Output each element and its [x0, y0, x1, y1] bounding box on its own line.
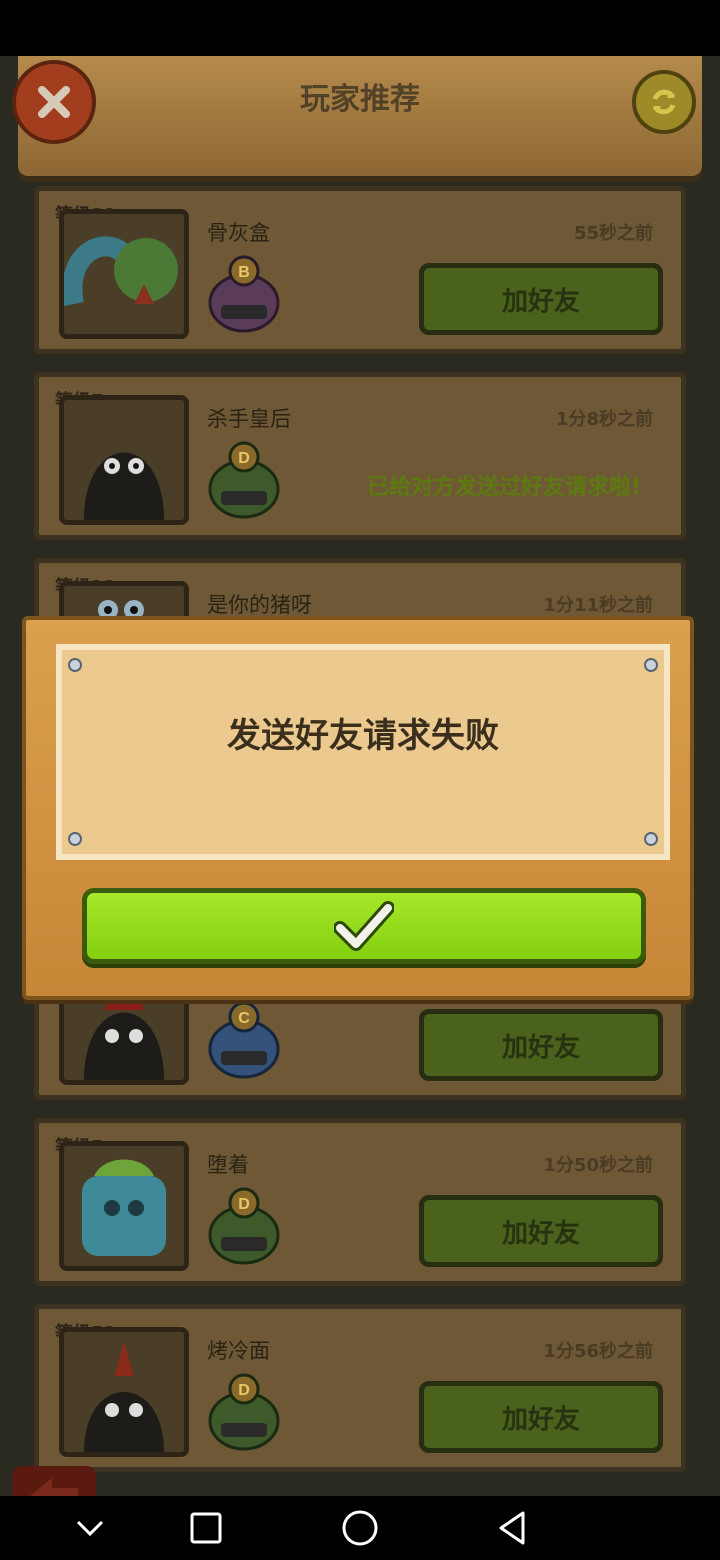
monster-avatar-icon: [64, 400, 184, 520]
svg-text:D: D: [238, 1196, 250, 1213]
player-name: 烤冷面: [207, 1339, 270, 1363]
close-button[interactable]: [12, 60, 96, 144]
monster-avatar-icon: [64, 1332, 184, 1452]
triangle-back-icon: [499, 1511, 525, 1545]
timestamp: 1分8秒之前: [555, 409, 653, 430]
rivet-icon: [644, 658, 658, 672]
nav-collapse-button[interactable]: [58, 1504, 122, 1552]
dialog-message: 发送好友请求失败: [227, 716, 499, 756]
player-card: 等级5 堕着 1分50秒之前 D 加好友: [34, 1118, 686, 1286]
rivet-icon: [68, 832, 82, 846]
add-friend-button[interactable]: 加好友: [419, 263, 663, 335]
system-nav-bar: [0, 1496, 720, 1560]
timestamp: 55秒之前: [573, 223, 653, 244]
rank-badge: D: [207, 439, 281, 519]
rivet-icon: [644, 832, 658, 846]
dialog-paper: 发送好友请求失败: [56, 644, 670, 860]
rank-badge: C: [207, 999, 281, 1079]
rank-d-badge-icon: D: [208, 1373, 280, 1451]
nav-back-button[interactable]: [480, 1504, 544, 1552]
add-friend-button[interactable]: 加好友: [419, 1381, 663, 1453]
close-icon: [38, 86, 70, 118]
timestamp: 1分56秒之前: [543, 1341, 653, 1362]
svg-text:B: B: [238, 264, 250, 281]
add-friend-button[interactable]: 加好友: [419, 1009, 663, 1081]
square-icon: [190, 1512, 222, 1544]
player-name: 杀手皇后: [207, 407, 291, 431]
refresh-button[interactable]: [632, 70, 696, 134]
request-sent-text: 已给对方发送过好友请求啦!: [366, 475, 641, 500]
rank-badge: D: [207, 1371, 281, 1451]
monster-avatar-icon: [64, 1146, 184, 1266]
svg-text:D: D: [238, 450, 250, 467]
rank-d-badge-icon: D: [208, 1187, 280, 1265]
player-name: 堕着: [207, 1153, 249, 1177]
rank-badge: D: [207, 1185, 281, 1265]
alert-dialog: 发送好友请求失败: [22, 616, 694, 1000]
refresh-icon: [652, 89, 676, 115]
player-card: 等级51 烤冷面 1分56秒之前 D 加好友: [34, 1304, 686, 1472]
status-bar: [0, 0, 720, 56]
avatar[interactable]: [59, 209, 189, 339]
chevron-down-icon: [76, 1520, 104, 1537]
nav-recents-button[interactable]: [174, 1504, 238, 1552]
player-card: 等级29 骨灰盒 55秒之前 B 加好友: [34, 186, 686, 354]
svg-text:C: C: [238, 1010, 250, 1027]
back-arrow-icon: [30, 1478, 78, 1496]
player-card: 等级7 杀手皇后 1分8秒之前 D 已给对方发送过好友请求啦!: [34, 372, 686, 540]
timestamp: 1分50秒之前: [543, 1155, 653, 1176]
avatar[interactable]: [59, 1141, 189, 1271]
svg-text:D: D: [238, 1382, 250, 1399]
nav-home-button[interactable]: [328, 1504, 392, 1552]
avatar[interactable]: [59, 1327, 189, 1457]
rank-d-badge-icon: D: [208, 441, 280, 519]
circle-icon: [342, 1510, 378, 1546]
confirm-button[interactable]: [82, 888, 646, 964]
rivet-icon: [68, 658, 82, 672]
rank-badge: B: [207, 253, 281, 333]
monster-avatar-icon: [64, 214, 184, 334]
add-friend-button[interactable]: 加好友: [419, 1195, 663, 1267]
player-name: 骨灰盒: [207, 221, 270, 245]
back-arrow-button[interactable]: [12, 1466, 96, 1496]
page-title: 玩家推荐: [300, 82, 420, 117]
rank-c-badge-icon: C: [208, 1001, 280, 1079]
avatar[interactable]: [59, 395, 189, 525]
checkmark-icon: [334, 901, 394, 951]
player-name: 是你的猪呀: [207, 593, 312, 617]
timestamp: 1分11秒之前: [543, 595, 653, 616]
header-bar: 玩家推荐: [18, 56, 702, 176]
rank-b-badge-icon: B: [208, 255, 280, 333]
